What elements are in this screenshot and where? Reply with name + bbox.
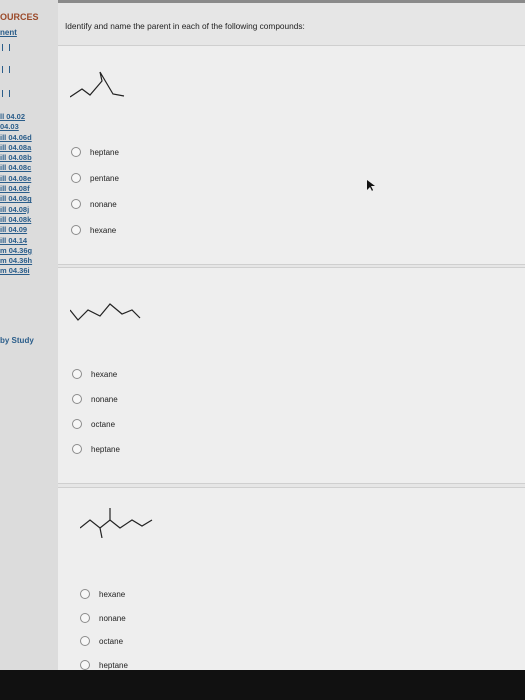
option-label: nonane xyxy=(99,613,126,623)
skeletal-structure-3 xyxy=(80,508,153,538)
option-q1-4[interactable]: hexane xyxy=(71,225,116,235)
radio-button[interactable] xyxy=(72,444,82,454)
sidebar-link[interactable]: ill 04.08b xyxy=(0,153,32,163)
question-panel-1: heptane pentane nonane hexane xyxy=(58,45,525,265)
option-q3-1[interactable]: hexane xyxy=(80,589,125,599)
option-label: hexane xyxy=(90,225,117,235)
sidebar-link[interactable]: ill 04.08c xyxy=(0,163,32,173)
option-q1-2[interactable]: pentane xyxy=(71,173,119,183)
sidebar-link[interactable]: ill 04.09 xyxy=(0,225,32,235)
radio-button[interactable] xyxy=(71,147,81,157)
option-q2-3[interactable]: octane xyxy=(72,419,115,429)
sidebar-link[interactable]: 04.03 xyxy=(0,122,32,132)
sidebar-link[interactable]: ll 04.02 xyxy=(0,112,32,122)
sidebar-link[interactable]: ill 04.08k xyxy=(0,215,32,225)
sidebar-subtitle-link[interactable]: nent xyxy=(0,28,17,37)
sidebar-link[interactable]: m 04.36h xyxy=(0,256,32,266)
option-q2-1[interactable]: hexane xyxy=(72,369,117,379)
radio-button[interactable] xyxy=(72,394,82,404)
radio-button[interactable] xyxy=(80,636,90,646)
sidebar-link[interactable]: m 04.36i xyxy=(0,266,32,276)
header-divider xyxy=(58,0,525,3)
option-label: octane xyxy=(91,419,116,429)
sidebar-marker-icon xyxy=(2,66,10,73)
option-label: pentane xyxy=(90,173,119,183)
option-q2-2[interactable]: nonane xyxy=(72,394,118,404)
bottom-bar xyxy=(0,670,525,700)
option-label: heptane xyxy=(90,147,119,157)
question-prompt: Identify and name the parent in each of … xyxy=(65,21,305,31)
option-q3-4[interactable]: heptane xyxy=(80,660,128,670)
radio-button[interactable] xyxy=(71,225,81,235)
radio-button[interactable] xyxy=(80,589,90,599)
skeletal-structure-1 xyxy=(70,71,125,98)
option-q3-2[interactable]: nonane xyxy=(80,613,126,623)
sidebar-link[interactable]: ill 04.08j xyxy=(0,205,32,215)
main-content: Identify and name the parent in each of … xyxy=(58,0,525,672)
sidebar-link[interactable]: m 04.36g xyxy=(0,246,32,256)
sidebar-link[interactable]: ill 04.08f xyxy=(0,184,32,194)
sidebar-link-list: ll 04.02 04.03 ill 04.06d ill 04.08a ill… xyxy=(0,112,32,277)
sidebar-link[interactable]: ill 04.08g xyxy=(0,194,32,204)
radio-button[interactable] xyxy=(71,199,81,209)
option-label: hexane xyxy=(99,589,126,599)
sidebar: OURCES nent ll 04.02 04.03 ill 04.06d il… xyxy=(0,0,59,670)
sidebar-link[interactable]: ill 04.08e xyxy=(0,174,32,184)
mouse-pointer-icon xyxy=(367,180,375,191)
question-panel-3: hexane nonane octane heptane xyxy=(58,487,525,672)
radio-button[interactable] xyxy=(72,369,82,379)
skeletal-structure-2 xyxy=(70,303,141,321)
sidebar-title: OURCES xyxy=(0,12,39,22)
option-q1-3[interactable]: nonane xyxy=(71,199,117,209)
option-label: heptane xyxy=(99,660,128,670)
radio-button[interactable] xyxy=(80,660,90,670)
option-label: octane xyxy=(99,636,124,646)
radio-button[interactable] xyxy=(71,173,81,183)
question-panel-2: hexane nonane octane heptane xyxy=(58,267,525,484)
sidebar-link[interactable]: ill 04.06d xyxy=(0,133,32,143)
sidebar-link[interactable]: ill 04.08a xyxy=(0,143,32,153)
option-label: nonane xyxy=(90,199,117,209)
option-label: nonane xyxy=(91,394,118,404)
radio-button[interactable] xyxy=(72,419,82,429)
option-q3-3[interactable]: octane xyxy=(80,636,123,646)
sidebar-link[interactable]: ill 04.14 xyxy=(0,236,32,246)
sidebar-marker-icon xyxy=(2,90,10,97)
radio-button[interactable] xyxy=(80,613,90,623)
option-label: hexane xyxy=(91,369,118,379)
option-q2-4[interactable]: heptane xyxy=(72,444,120,454)
option-q1-1[interactable]: heptane xyxy=(71,147,119,157)
sidebar-study-label[interactable]: by Study xyxy=(0,336,34,345)
option-label: heptane xyxy=(91,444,120,454)
sidebar-marker-icon xyxy=(2,44,10,51)
